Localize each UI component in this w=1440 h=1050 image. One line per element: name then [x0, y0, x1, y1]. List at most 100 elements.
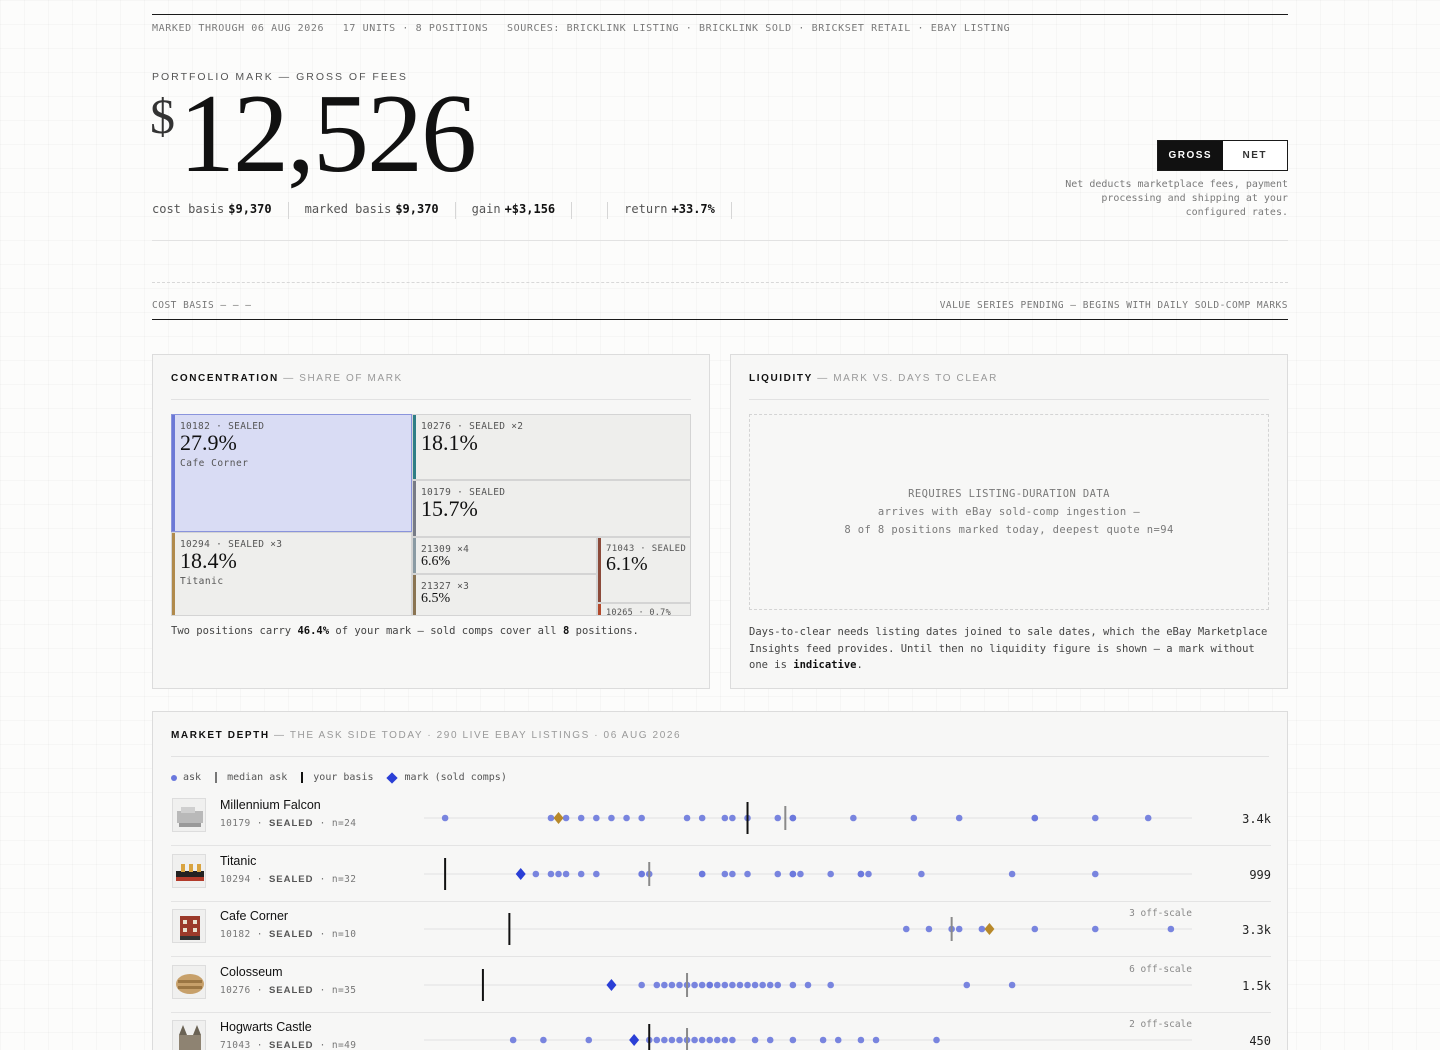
ask-dot[interactable] [729, 870, 736, 878]
tile-hogwarts[interactable]: 71043 · SEALED 6.1% [597, 537, 691, 603]
ask-dot[interactable] [804, 981, 812, 989]
ask-dot[interactable] [698, 814, 706, 822]
ask-dot[interactable] [910, 814, 918, 822]
ask-dot[interactable] [721, 870, 729, 878]
ask-dot[interactable] [759, 981, 766, 989]
ask-dot[interactable] [955, 925, 963, 933]
ask-dot[interactable] [766, 1036, 774, 1044]
ask-dot[interactable] [441, 814, 449, 822]
ask-dot[interactable] [562, 814, 570, 822]
ask-dot[interactable] [532, 870, 540, 878]
mark-diamond[interactable] [515, 868, 526, 880]
ask-dot[interactable] [698, 870, 706, 878]
ask-dot[interactable] [713, 1036, 721, 1044]
ask-dot[interactable] [789, 814, 797, 822]
ask-dot[interactable] [789, 981, 797, 989]
ask-dot[interactable] [683, 814, 691, 822]
ask-dot[interactable] [721, 814, 729, 822]
ask-dot[interactable] [706, 981, 714, 989]
depth-row[interactable]: Colosseum 10276 · SEALED · n=35 6 off-sc… [171, 958, 1271, 1013]
ask-dot[interactable] [555, 870, 562, 878]
ask-dot[interactable] [698, 981, 706, 989]
ask-dot[interactable] [774, 981, 782, 989]
ask-dot[interactable] [955, 814, 963, 822]
ask-dot[interactable] [850, 814, 857, 822]
ask-dot[interactable] [593, 814, 600, 822]
ask-dot[interactable] [1091, 814, 1099, 822]
ask-dot[interactable] [547, 814, 555, 822]
ask-dot[interactable] [872, 1036, 880, 1044]
depth-row[interactable]: Titanic 10294 · SEALED · n=32 999 [171, 847, 1271, 902]
tile-21309[interactable]: 21309 ×4 6.6% [412, 537, 597, 574]
gross-net-toggle[interactable]: GROSS NET [1157, 140, 1288, 171]
ask-dot[interactable] [638, 814, 645, 822]
tile-cafe-corner[interactable]: 10182 · SEALED 27.9% Cafe Corner [171, 414, 412, 532]
ask-dot[interactable] [691, 1036, 698, 1044]
ask-dot[interactable] [638, 981, 645, 989]
ask-dot[interactable] [608, 814, 615, 822]
ask-dot[interactable] [729, 1036, 736, 1044]
gross-button[interactable]: GROSS [1158, 141, 1223, 170]
tile-10276[interactable]: 10276 · SEALED ×2 18.1% [412, 414, 691, 480]
ask-dot[interactable] [721, 1036, 729, 1044]
ask-dot[interactable] [797, 870, 804, 878]
ask-dot[interactable] [668, 1036, 676, 1044]
ask-dot[interactable] [865, 870, 872, 878]
ask-dot[interactable] [668, 981, 676, 989]
ask-dot[interactable] [766, 981, 774, 989]
ask-dot[interactable] [857, 1036, 865, 1044]
ask-dot[interactable] [751, 981, 759, 989]
ask-dot[interactable] [1144, 814, 1152, 822]
ask-dot[interactable] [819, 1036, 827, 1044]
ask-dot[interactable] [978, 925, 986, 933]
ask-dot[interactable] [562, 870, 570, 878]
ask-dot[interactable] [736, 981, 744, 989]
ask-dot[interactable] [698, 1036, 706, 1044]
ask-dot[interactable] [661, 981, 668, 989]
ask-dot[interactable] [623, 814, 630, 822]
ask-dot[interactable] [676, 981, 683, 989]
ask-dot[interactable] [638, 870, 645, 878]
ask-dot[interactable] [774, 870, 782, 878]
ask-dot[interactable] [509, 1036, 517, 1044]
ask-dot[interactable] [963, 981, 971, 989]
ask-dot[interactable] [1091, 925, 1099, 933]
ask-dot[interactable] [1031, 814, 1039, 822]
depth-row[interactable]: Hogwarts Castle 71043 · SEALED · n=49 2 … [171, 1013, 1271, 1050]
ask-dot[interactable] [577, 870, 585, 878]
ask-dot[interactable] [585, 1036, 593, 1044]
ask-dot[interactable] [721, 981, 729, 989]
ask-dot[interactable] [729, 814, 736, 822]
ask-dot[interactable] [577, 814, 585, 822]
ask-dot[interactable] [691, 981, 698, 989]
ask-dot[interactable] [933, 1036, 940, 1044]
ask-dot[interactable] [676, 1036, 683, 1044]
tile-10179[interactable]: 10179 · SEALED 15.7% [412, 480, 691, 537]
ask-dot[interactable] [713, 981, 721, 989]
ask-dot[interactable] [653, 981, 661, 989]
ask-dot[interactable] [1031, 925, 1039, 933]
ask-dot[interactable] [706, 1036, 714, 1044]
ask-dot[interactable] [827, 870, 834, 878]
ask-dot[interactable] [1091, 870, 1099, 878]
ask-dot[interactable] [729, 981, 736, 989]
ask-dot[interactable] [547, 870, 555, 878]
ask-dot[interactable] [540, 1036, 547, 1044]
depth-row[interactable]: Millennium Falcon 10179 · SEALED · n=24 … [171, 791, 1271, 846]
ask-dot[interactable] [1008, 981, 1016, 989]
ask-dot[interactable] [661, 1036, 668, 1044]
ask-dot[interactable] [918, 870, 925, 878]
ask-dot[interactable] [902, 925, 910, 933]
ask-dot[interactable] [593, 870, 600, 878]
ask-dot[interactable] [789, 870, 797, 878]
mark-diamond[interactable] [984, 923, 995, 935]
mark-diamond[interactable] [629, 1034, 640, 1046]
ask-dot[interactable] [744, 870, 751, 878]
ask-dot[interactable] [857, 870, 865, 878]
ask-dot[interactable] [653, 1036, 661, 1044]
ask-dot[interactable] [744, 981, 751, 989]
tile-10265[interactable]: 10265 · 0.7% [597, 603, 691, 616]
net-button[interactable]: NET [1222, 141, 1287, 170]
ask-dot[interactable] [751, 1036, 759, 1044]
mark-diamond[interactable] [606, 979, 617, 991]
